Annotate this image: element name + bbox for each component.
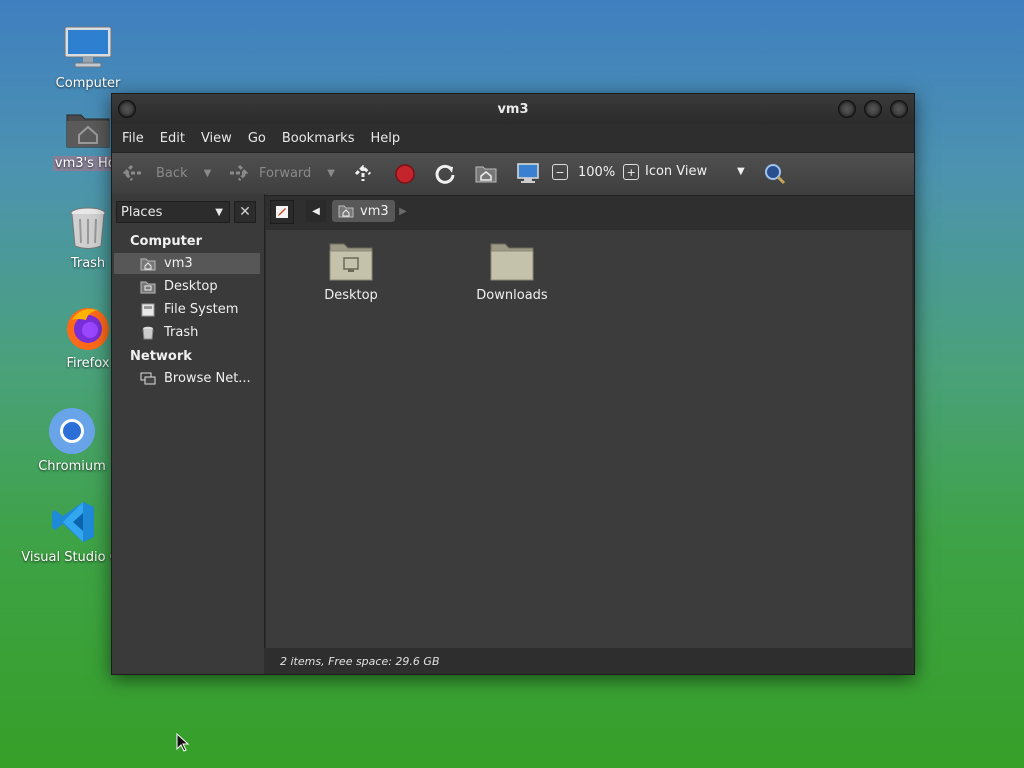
edit-location-button[interactable] xyxy=(270,200,294,224)
computer-button[interactable] xyxy=(516,162,540,184)
path-crumb-vm3[interactable]: vm3 xyxy=(332,200,395,222)
zoom-level: 100% xyxy=(578,164,616,180)
path-right-button[interactable]: ▶ xyxy=(395,200,411,222)
monitor-icon xyxy=(517,163,539,183)
menu-help[interactable]: Help xyxy=(362,131,408,146)
desktop-icon-vscode[interactable]: Visual Studio Co xyxy=(21,496,127,565)
desktop-icon-label: Chromium xyxy=(38,459,106,474)
trash-icon xyxy=(140,326,156,340)
zoom-control: − 100% + xyxy=(552,164,640,180)
file-item-label: Desktop xyxy=(324,288,378,303)
path-crumb-label: vm3 xyxy=(360,203,389,219)
sidebar-item-desktop[interactable]: Desktop xyxy=(114,276,260,297)
status-bar: 2 items, Free space: 29.6 GB xyxy=(266,648,912,674)
drive-icon xyxy=(140,303,156,317)
monitor-icon xyxy=(62,22,114,74)
search-button[interactable] xyxy=(763,162,787,186)
sidebar-item-label: Desktop xyxy=(164,279,218,294)
back-button[interactable]: Back ▼ xyxy=(122,163,211,183)
up-button[interactable] xyxy=(352,163,374,185)
mouse-cursor-icon xyxy=(176,732,190,757)
reload-icon xyxy=(435,164,455,184)
menu-view[interactable]: View xyxy=(193,131,240,146)
home-button[interactable] xyxy=(475,163,497,183)
desktop-folder-icon xyxy=(140,280,156,294)
chevron-down-icon: ▼ xyxy=(737,166,745,177)
menubar: File Edit View Go Bookmarks Help xyxy=(112,124,914,152)
folder-icon xyxy=(490,243,534,281)
file-manager-window: vm3 File Edit View Go Bookmarks Help Bac… xyxy=(111,93,915,675)
desktop-icon-label: Trash xyxy=(70,256,106,271)
file-view[interactable]: Desktop Downloads xyxy=(266,230,912,648)
forward-arrow-icon xyxy=(228,164,249,182)
home-folder-icon xyxy=(140,257,156,271)
home-folder-icon xyxy=(475,166,497,183)
sidebar-heading-network: Network xyxy=(130,349,192,364)
sidebar-heading-computer: Computer xyxy=(130,234,203,249)
stop-icon xyxy=(395,164,415,184)
desktop-icon-label: Firefox xyxy=(66,356,110,371)
chromium-icon xyxy=(46,405,98,457)
reload-button[interactable] xyxy=(434,163,456,185)
view-mode-value: Icon View xyxy=(645,164,708,179)
minimize-button[interactable] xyxy=(838,100,856,118)
desktop-folder-icon xyxy=(329,243,373,281)
back-arrow-icon xyxy=(122,164,143,182)
sidebar-item-label: File System xyxy=(164,302,239,317)
home-folder-icon xyxy=(62,102,114,154)
view-mode-select[interactable]: Icon View ▼ xyxy=(645,164,749,179)
sidebar-type-select[interactable]: Places ▼ xyxy=(116,201,230,223)
forward-history-dropdown-icon[interactable]: ▼ xyxy=(327,168,335,179)
toolbar: Back ▼ Forward ▼ − 100% + Icon View ▼ xyxy=(112,152,914,196)
chevron-down-icon: ▼ xyxy=(215,206,223,218)
firefox-icon xyxy=(62,302,114,354)
menu-edit[interactable]: Edit xyxy=(152,131,193,146)
sidebar-type-value: Places xyxy=(121,204,163,220)
forward-button[interactable]: Forward ▼ xyxy=(225,163,335,183)
home-folder-icon xyxy=(338,205,354,218)
search-icon xyxy=(765,164,786,185)
desktop-icon-computer[interactable]: Computer xyxy=(38,22,138,91)
sidebar-item-file-system[interactable]: File System xyxy=(114,299,260,320)
menu-go[interactable]: Go xyxy=(240,131,274,146)
sidebar-item-label: Browse Net... xyxy=(164,371,251,386)
sidebar-item-vm3[interactable]: vm3 xyxy=(114,253,260,274)
window-title: vm3 xyxy=(497,101,529,117)
file-item-desktop[interactable]: Desktop xyxy=(296,240,406,303)
desktop-icon-label: Computer xyxy=(55,76,121,91)
forward-label: Forward xyxy=(259,165,312,181)
zoom-out-icon[interactable]: − xyxy=(552,164,568,180)
status-text: 2 items, Free space: 29.6 GB xyxy=(280,654,440,668)
path-left-button[interactable]: ◀ xyxy=(306,200,326,222)
close-button[interactable] xyxy=(890,100,908,118)
sidebar-item-trash[interactable]: Trash xyxy=(114,322,260,343)
zoom-in-icon[interactable]: + xyxy=(623,164,640,180)
close-sidebar-button[interactable]: ✕ xyxy=(234,201,256,223)
maximize-button[interactable] xyxy=(864,100,882,118)
network-icon xyxy=(140,372,156,386)
back-label: Back xyxy=(156,165,188,181)
sidebar: Places ▼ ✕ Computer vm3 Desktop File Sys… xyxy=(112,194,265,648)
menu-bookmarks[interactable]: Bookmarks xyxy=(274,131,363,146)
stop-button[interactable] xyxy=(394,163,416,185)
back-history-dropdown-icon[interactable]: ▼ xyxy=(204,168,212,179)
window-menu-button[interactable] xyxy=(118,100,136,118)
desktop-icon-chromium[interactable]: Chromium xyxy=(22,405,122,474)
up-arrow-icon xyxy=(354,164,372,181)
sidebar-item-label: Trash xyxy=(164,325,199,340)
sidebar-item-browse-network[interactable]: Browse Net... xyxy=(114,368,260,389)
file-item-downloads[interactable]: Downloads xyxy=(457,240,567,303)
sidebar-item-label: vm3 xyxy=(164,256,193,271)
trash-icon xyxy=(62,202,114,254)
titlebar[interactable]: vm3 xyxy=(112,94,914,124)
vscode-icon xyxy=(48,496,100,548)
file-item-label: Downloads xyxy=(476,288,548,303)
pencil-icon xyxy=(276,206,288,218)
menu-file[interactable]: File xyxy=(114,131,152,146)
